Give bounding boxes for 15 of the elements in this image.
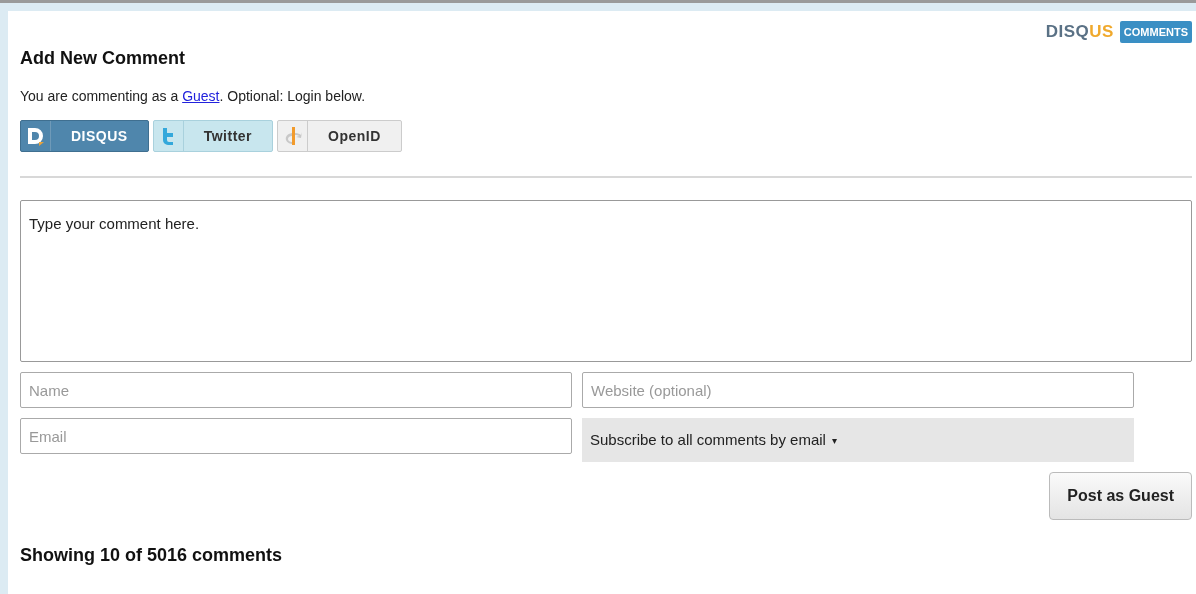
comment-field[interactable]: Type your comment here.: [20, 200, 1192, 362]
subscribe-dropdown[interactable]: Subscribe to all comments by email ▾: [582, 418, 1134, 462]
email-field[interactable]: Email: [20, 418, 572, 454]
login-button[interactable]: DISQUS: [20, 120, 149, 152]
website-field[interactable]: Website (optional): [582, 372, 1134, 408]
login-button[interactable]: OpenID: [277, 120, 402, 152]
disqus-logo: DISQUS COMMENTS: [1045, 19, 1192, 45]
guest-link[interactable]: Guest: [182, 88, 220, 104]
section-title: Add New Comment: [20, 47, 185, 70]
name-field[interactable]: Name: [20, 372, 572, 408]
login-button[interactable]: Twitter: [152, 120, 274, 152]
caret-icon: ▾: [831, 432, 837, 448]
post-button[interactable]: Post as Guest: [1049, 472, 1192, 520]
guest-notice: You are commenting as a Guest. Optional: Login below.: [20, 87, 367, 106]
comment-count: Showing 10 of 5016 comments: [20, 544, 284, 567]
